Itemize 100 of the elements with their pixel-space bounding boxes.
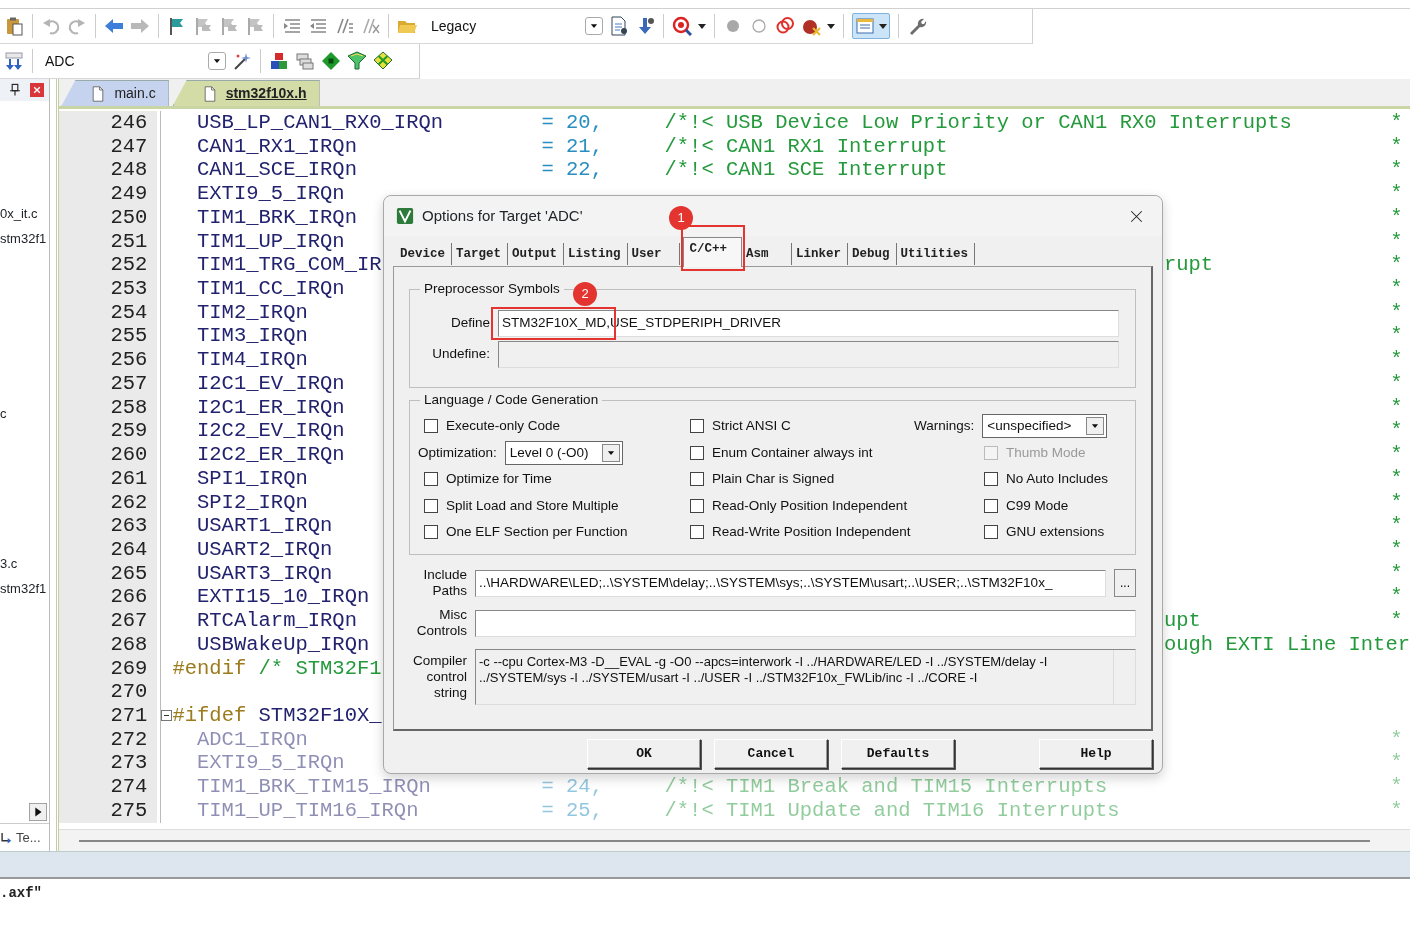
dropdown[interactable]: <unspecified> xyxy=(982,414,1108,439)
code-text: EXTI9_5_IRQn xyxy=(197,182,345,206)
dialog-tab[interactable]: Device xyxy=(396,243,452,265)
checkbox[interactable] xyxy=(984,472,998,487)
pin-icon[interactable] xyxy=(8,83,22,97)
clipboard-icon[interactable] xyxy=(4,16,24,36)
checkbox-label: Optimize for Time xyxy=(446,470,552,489)
compiler-string-line: -c --cpu Cortex-M3 -D__EVAL -g -O0 --apcs=interwork -I ../HARDWARE/LED -I ../SYSTEM/delay -I xyxy=(479,654,1049,670)
comment-asterisk: * xyxy=(1390,609,1403,633)
enum-value: = 21, xyxy=(541,134,603,158)
grid-icon[interactable] xyxy=(373,51,393,71)
code-text: SPI2_IRQn xyxy=(197,490,308,514)
fold-icon[interactable] xyxy=(161,710,173,722)
document-icon[interactable] xyxy=(609,16,629,36)
dialog-title: Options for Target 'ADC' xyxy=(422,205,583,226)
dropdown[interactable]: Level 0 (-O0) xyxy=(504,440,623,465)
code-text: USART1_IRQn xyxy=(197,514,333,538)
checkbox[interactable] xyxy=(690,445,704,460)
comment-asterisk: * xyxy=(1390,182,1403,206)
checkbox[interactable] xyxy=(424,472,438,487)
checkbox[interactable] xyxy=(690,419,704,434)
comment-asterisk: * xyxy=(1390,395,1403,419)
code-comment: rupt xyxy=(1163,253,1214,277)
checkbox-label: Split Load and Store Multiple xyxy=(446,496,619,515)
tree-item[interactable]: 0x_it.c xyxy=(0,201,50,226)
line-number: 269 xyxy=(59,656,158,681)
line-number: 268 xyxy=(59,632,158,657)
code-text: CAN1_SCE_IRQn xyxy=(197,158,357,182)
checkbox[interactable] xyxy=(424,419,438,434)
back-arrow-icon[interactable] xyxy=(104,16,124,36)
misc-controls-field[interactable] xyxy=(475,609,1136,637)
diamond-icon[interactable] xyxy=(321,51,341,71)
window-toggle-button[interactable] xyxy=(852,13,890,39)
line-number: 258 xyxy=(59,395,158,420)
code-comment: upt xyxy=(1163,609,1201,633)
code-text: CAN1_RX1_IRQn xyxy=(197,134,357,158)
checkbox[interactable] xyxy=(424,498,438,513)
dialog-tab[interactable]: Output xyxy=(508,243,565,265)
dialog-tab[interactable]: Utilities xyxy=(896,243,976,265)
line-number: 274 xyxy=(59,775,158,799)
scrollbar-thumb[interactable] xyxy=(79,839,1370,842)
blocks-icon[interactable] xyxy=(269,51,289,71)
dialog-tab[interactable]: Listing xyxy=(564,243,628,265)
checkbox[interactable] xyxy=(984,525,998,540)
enum-value: = 20, xyxy=(541,111,603,134)
ok-button[interactable]: OK xyxy=(587,738,701,769)
app-icon xyxy=(396,207,414,225)
dialog-tab[interactable]: Target xyxy=(452,243,509,265)
checkbox-label: GNU extensions xyxy=(1006,523,1105,542)
step-number: 2 xyxy=(573,282,597,306)
caret-icon[interactable] xyxy=(827,23,835,29)
dialog-tab[interactable]: Asm xyxy=(742,243,793,265)
enum-value: = 24, xyxy=(541,775,603,799)
file-tab[interactable]: main.c xyxy=(61,80,169,106)
code-text: TIM2_IRQn xyxy=(197,300,308,324)
close-icon[interactable] xyxy=(30,83,44,97)
code-text: USART3_IRQn xyxy=(197,561,333,585)
line-number: 264 xyxy=(59,537,158,562)
code-comment: /*!< USB Device Low Priority or CAN1 RX0 Interrupts xyxy=(664,111,1292,134)
comment-asterisk: * xyxy=(1390,277,1403,301)
tree-item[interactable]: c xyxy=(0,401,50,426)
tree-item[interactable]: stm32f1 xyxy=(0,576,50,601)
checkbox[interactable] xyxy=(690,525,704,540)
dropdown-button[interactable] xyxy=(208,52,226,70)
code-text: TIM4_IRQn xyxy=(197,348,308,372)
dialog-tab[interactable]: Linker xyxy=(792,243,849,265)
undefine-field[interactable] xyxy=(498,341,1119,368)
cancel-button[interactable]: Cancel xyxy=(714,738,828,769)
load-icon[interactable] xyxy=(4,51,24,71)
dialog-tab[interactable]: Debug xyxy=(848,243,897,265)
browse-button[interactable]: ... xyxy=(1114,569,1136,597)
line-number: 261 xyxy=(59,466,158,491)
tree-item[interactable]: 3.c xyxy=(0,551,50,576)
rings-icon[interactable] xyxy=(775,16,795,36)
indent-icon[interactable] xyxy=(282,16,302,36)
dialog-tab[interactable]: C/C++ xyxy=(682,237,743,267)
debug-icon[interactable] xyxy=(672,16,692,36)
dropdown-button[interactable] xyxy=(585,17,603,35)
panel-tab[interactable]: Te... xyxy=(16,827,41,848)
line-number: 255 xyxy=(59,324,158,349)
comment-asterisk: * xyxy=(1390,371,1403,395)
checkbox[interactable] xyxy=(984,498,998,513)
uncomment-icon[interactable] xyxy=(360,16,380,36)
checkbox[interactable] xyxy=(690,498,704,513)
line-number: 246 xyxy=(59,111,158,135)
checkbox[interactable] xyxy=(424,525,438,540)
defaults-button[interactable]: Defaults xyxy=(841,738,955,769)
caret-icon[interactable] xyxy=(698,23,706,29)
comment-icon[interactable] xyxy=(334,16,354,36)
help-button[interactable]: Help xyxy=(1039,738,1153,769)
dialog-tab[interactable]: User xyxy=(627,243,680,265)
checkbox-label: One ELF Section per Function xyxy=(446,523,628,542)
stack-icon[interactable] xyxy=(295,51,315,71)
checkbox[interactable] xyxy=(690,472,704,487)
tree-item[interactable]: stm32f1 xyxy=(0,226,50,251)
file-tab[interactable]: stm32f10x.h xyxy=(172,80,320,106)
outdent-icon[interactable] xyxy=(308,16,328,36)
include-paths-field[interactable]: ..\HARDWARE\LED;..\SYSTEM\delay;..\SYSTEM\sys;..\SYSTEM\usart;..\USER;..\STM32F10x_ xyxy=(475,569,1106,597)
funnel-icon[interactable] xyxy=(347,51,367,71)
code-text: I2C1_ER_IRQn xyxy=(197,395,345,419)
